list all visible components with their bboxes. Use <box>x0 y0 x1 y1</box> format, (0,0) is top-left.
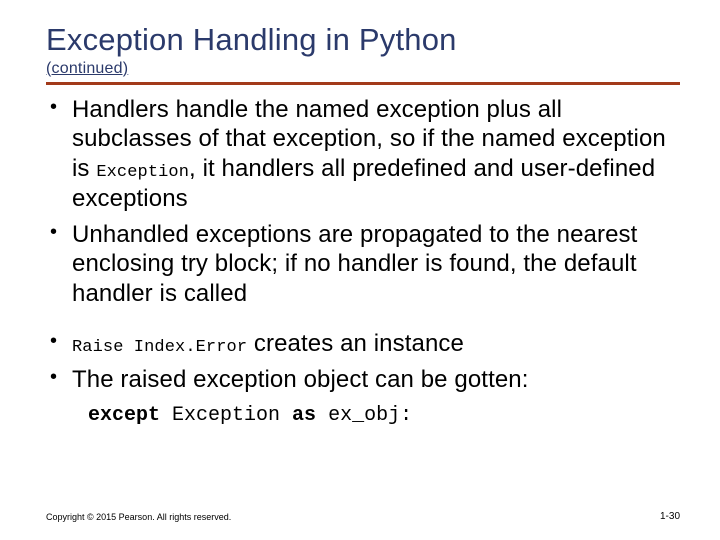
page-number: 1-30 <box>660 511 680 522</box>
copyright-footer: Copyright © 2015 Pearson. All rights res… <box>46 512 231 522</box>
slide-title: Exception Handling in Python <box>46 22 680 58</box>
slide-subtitle: (continued) <box>46 60 680 78</box>
code-keyword: as <box>292 404 316 427</box>
code-line: except Exception as ex_obj: <box>88 404 680 427</box>
bullet-text: creates an instance <box>247 330 464 357</box>
bullet-list: Raise Index.Error creates an instance Th… <box>46 329 680 395</box>
code-text: Exception <box>160 404 292 427</box>
bullet-item: Unhandled exceptions are propagated to t… <box>46 220 676 309</box>
inline-code: Exception <box>96 163 189 182</box>
spacer <box>46 315 680 329</box>
inline-code: Raise Index.Error <box>72 338 247 357</box>
code-text: ex_obj: <box>316 404 412 427</box>
bullet-text: The raised exception object can be gotte… <box>72 366 529 393</box>
bullet-item: Raise Index.Error creates an instance <box>46 329 676 359</box>
code-keyword: except <box>88 404 160 427</box>
bullet-list: Handlers handle the named exception plus… <box>46 95 680 309</box>
title-rule <box>46 82 680 85</box>
bullet-text: Unhandled exceptions are propagated to t… <box>72 221 637 308</box>
slide: Exception Handling in Python (continued)… <box>0 0 720 427</box>
bullet-item: The raised exception object can be gotte… <box>46 365 676 395</box>
bullet-item: Handlers handle the named exception plus… <box>46 95 676 214</box>
